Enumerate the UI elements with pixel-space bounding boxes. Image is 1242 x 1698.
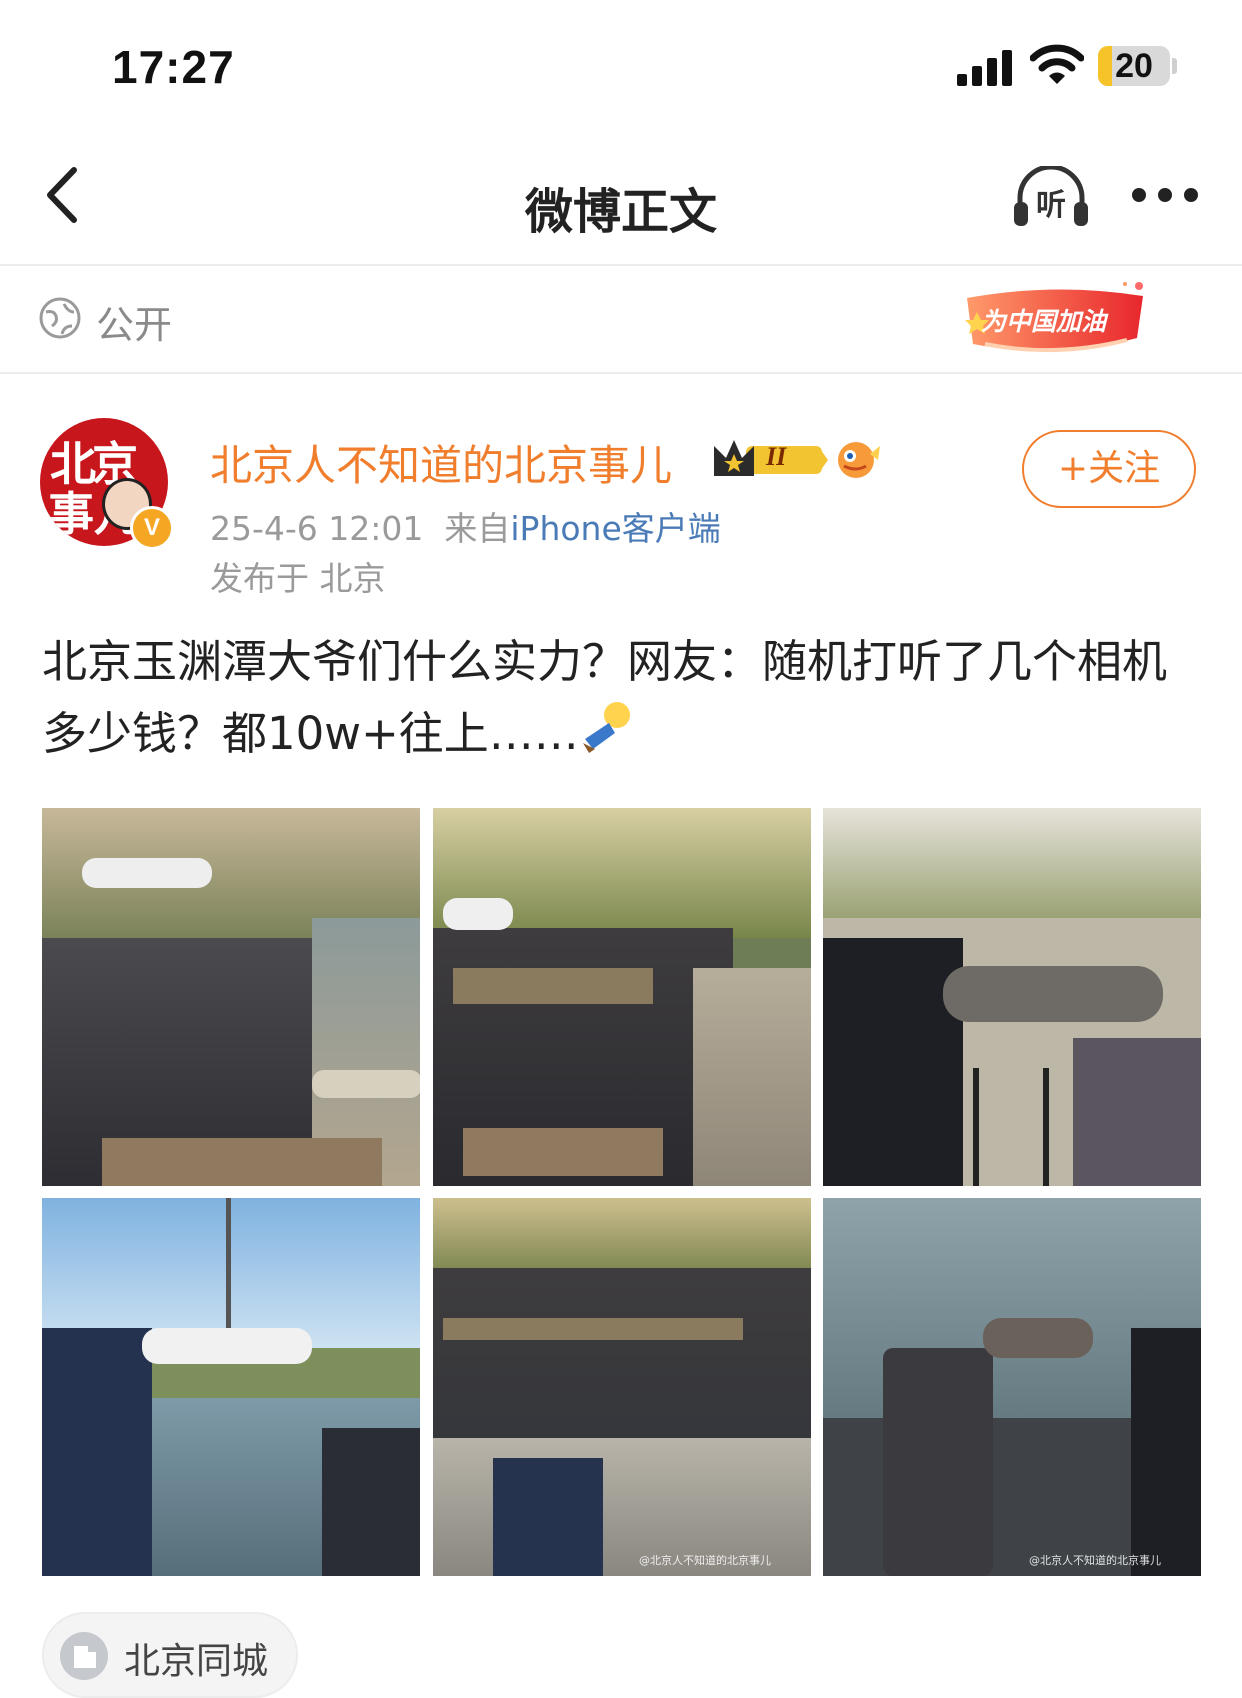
follow-button[interactable]: +关注 <box>1022 430 1196 508</box>
photo-5[interactable]: @北京人不知道的北京事儿 <box>433 1198 811 1576</box>
globe-icon <box>39 297 81 339</box>
battery-tip <box>1172 58 1177 74</box>
battery-level: 20 <box>1115 47 1153 85</box>
listen-button[interactable]: 听 <box>1012 166 1090 228</box>
crown-level-icon[interactable]: II <box>710 436 828 480</box>
cheer-china-badge[interactable]: 为中国加油 <box>955 278 1155 364</box>
photo-1[interactable] <box>42 808 420 1186</box>
topic-chip[interactable]: 北京同城 <box>42 1612 298 1698</box>
source-prefix: 来自 <box>444 509 511 548</box>
photo-watermark: @北京人不知道的北京事儿 <box>639 1554 771 1567</box>
doge-figure-emoji-icon <box>582 702 630 753</box>
cheer-badge-text: 为中国加油 <box>981 307 1107 336</box>
visibility-label: 公开 <box>96 303 173 347</box>
status-time: 17:27 <box>112 41 235 93</box>
wifi-icon <box>1030 44 1084 84</box>
topic-label: 北京同城 <box>124 1641 269 1682</box>
building-icon <box>74 1646 96 1668</box>
pufferfish-icon <box>838 442 880 478</box>
visibility-row: 公开 为中国加油 <box>0 266 1242 374</box>
photo-3[interactable] <box>823 808 1201 1186</box>
listen-label: 听 <box>1036 188 1066 223</box>
level-badge-text: II <box>766 442 787 471</box>
photo-watermark: @北京人不知道的北京事儿 <box>1029 1554 1161 1567</box>
source-link[interactable]: iPhone客户端 <box>510 509 720 548</box>
battery-icon: 20 <box>1098 46 1170 86</box>
city-icon <box>60 1632 108 1680</box>
photo-6[interactable]: @北京人不知道的北京事儿 <box>823 1198 1201 1576</box>
post-meta: 25-4-6 12:01 来自iPhone客户端 <box>210 502 721 550</box>
author-name[interactable]: 北京人不知道的北京事儿 <box>210 432 672 493</box>
post-location: 发布于 北京 <box>210 559 386 598</box>
post-body: 北京玉渊潭大爷们什么实力？网友：随机打听了几个相机多少钱？都10w+往上…… <box>42 626 1202 770</box>
photo-4[interactable] <box>42 1198 420 1576</box>
more-button[interactable] <box>1132 186 1200 206</box>
post-timestamp: 25-4-6 12:01 <box>210 509 424 548</box>
photo-2[interactable] <box>433 808 811 1186</box>
status-bar: 17:27 20 <box>0 0 1242 130</box>
nav-bar: 微博正文 听 <box>0 130 1242 266</box>
cellular-signal-icon <box>957 50 1013 86</box>
verified-badge: V <box>130 506 174 550</box>
